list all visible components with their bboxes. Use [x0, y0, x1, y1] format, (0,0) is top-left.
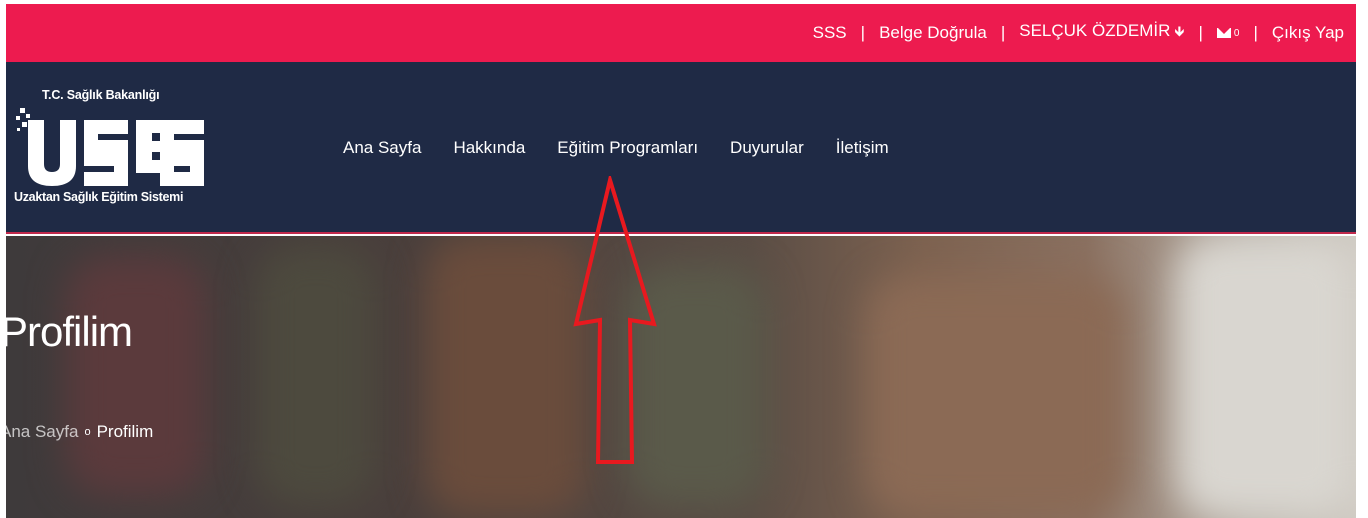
separator: |	[1198, 23, 1203, 42]
logo-system-text: Uzaktan Sağlık Eğitim Sistemi	[14, 190, 184, 204]
top-links: SSS | Belge Doğrula | SELÇUK ÖZDEMİR 🡻 | …	[813, 4, 1344, 62]
breadcrumb-home[interactable]: Ana Sayfa	[6, 422, 78, 442]
nav-item-about[interactable]: Hakkında	[453, 138, 525, 158]
separator: |	[1000, 23, 1006, 42]
background-blur	[1176, 236, 1356, 518]
breadcrumb-separator: o	[84, 426, 91, 438]
user-menu[interactable]: SELÇUK ÖZDEMİR 🡻	[1019, 21, 1184, 45]
message-count-badge: 0	[1233, 27, 1240, 39]
breadcrumb-current: Profilim	[96, 422, 154, 441]
breadcrumb: Ana Sayfa o Profilim	[6, 422, 153, 442]
nav-item-announcements[interactable]: Duyurular	[730, 138, 804, 158]
separator: |	[1253, 23, 1258, 42]
background-blur	[866, 276, 1126, 516]
arrow-down-icon: 🡻	[1174, 23, 1185, 39]
main-navbar: T.C. Sağlık Bakanlığı Uzaktan Sağlık Eği…	[6, 62, 1356, 234]
uses-logo-mark	[16, 108, 204, 186]
separator: |	[860, 23, 866, 42]
nav-item-home[interactable]: Ana Sayfa	[343, 138, 421, 158]
site-logo[interactable]: T.C. Sağlık Bakanlığı Uzaktan Sağlık Eği…	[14, 84, 204, 210]
page-title: Profilim	[6, 308, 133, 355]
user-name: SELÇUK ÖZDEMİR	[1019, 21, 1171, 40]
page-frame: SSS | Belge Doğrula | SELÇUK ÖZDEMİR 🡻 | …	[6, 4, 1356, 518]
background-blur	[426, 236, 586, 516]
nav-item-contact[interactable]: İletişim	[836, 138, 889, 158]
verify-document-link[interactable]: Belge Doğrula	[879, 23, 987, 43]
envelope-icon	[1216, 28, 1231, 38]
red-arrow-annotation	[573, 176, 657, 464]
logout-link[interactable]: Çıkış Yap	[1272, 23, 1344, 43]
background-blur	[256, 246, 376, 506]
nav-item-training-programs[interactable]: Eğitim Programları	[557, 138, 698, 158]
messages-link[interactable]: 0	[1216, 27, 1240, 39]
hero-banner: Profilim Ana Sayfa o Profilim	[6, 236, 1356, 518]
top-bar: SSS | Belge Doğrula | SELÇUK ÖZDEMİR 🡻 | …	[6, 4, 1356, 62]
background-blur	[66, 256, 206, 496]
faq-link[interactable]: SSS	[813, 23, 847, 43]
logo-ministry-text: T.C. Sağlık Bakanlığı	[42, 88, 160, 102]
